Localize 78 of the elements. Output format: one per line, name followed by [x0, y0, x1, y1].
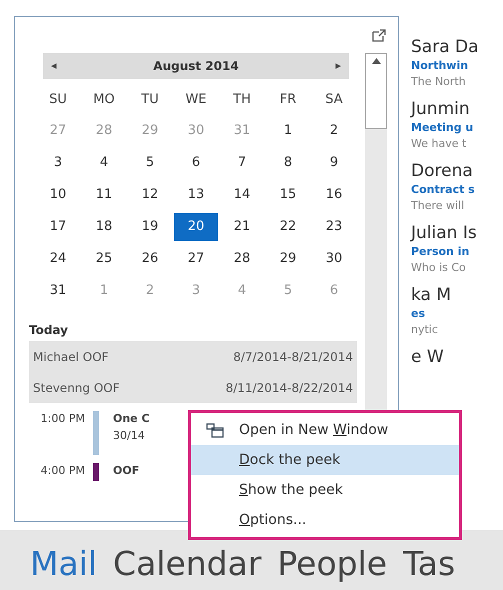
- calendar-day[interactable]: 15: [266, 181, 310, 209]
- calendar-day[interactable]: 18: [82, 213, 126, 241]
- event-time: 1:00 PM: [40, 411, 86, 427]
- calendar-day[interactable]: 20: [174, 213, 218, 241]
- sender-name[interactable]: e W: [411, 346, 503, 368]
- menu-item[interactable]: Dock the peek: [191, 445, 459, 475]
- message-subject: Meeting u: [411, 120, 474, 136]
- event-title[interactable]: Stevenng OOF: [33, 378, 120, 396]
- weekday-label: TH: [233, 91, 251, 110]
- calendar-day[interactable]: 31: [36, 277, 80, 305]
- scroll-up-icon[interactable]: [372, 58, 380, 64]
- calendar-day[interactable]: 26: [128, 245, 172, 273]
- calendar-day[interactable]: 27: [174, 245, 218, 273]
- calendar-day[interactable]: 14: [220, 181, 264, 209]
- sender-name[interactable]: ka M: [411, 284, 503, 306]
- previous-month-button[interactable]: ◂: [51, 58, 57, 74]
- sender-name[interactable]: Julian Is: [411, 222, 503, 244]
- calendar-day[interactable]: 5: [128, 149, 172, 177]
- message-subject: es: [411, 306, 426, 322]
- calendar-day[interactable]: 23: [312, 213, 356, 241]
- month-title: August 2014: [153, 58, 239, 75]
- calendar-day[interactable]: 13: [174, 181, 218, 209]
- popout-icon[interactable]: [372, 29, 386, 42]
- menu-item[interactable]: Open in New Window: [191, 415, 459, 445]
- weekday-label: TU: [141, 91, 159, 110]
- menu-item[interactable]: Options...: [191, 505, 459, 535]
- event-dates: 8/7/2014-8/21/2014: [233, 348, 353, 366]
- nav-tab[interactable]: Mail: [30, 544, 98, 584]
- event-title[interactable]: Michael OOF: [33, 348, 109, 366]
- message-preview: There will: [411, 198, 466, 214]
- message-preview: We have t: [411, 136, 468, 152]
- new-window-icon: [206, 422, 224, 438]
- calendar-day[interactable]: 24: [36, 245, 80, 273]
- calendar-day[interactable]: 8: [266, 149, 310, 177]
- next-month-button[interactable]: ▸: [335, 58, 341, 74]
- message-subject: Contract s: [411, 182, 476, 198]
- calendar-day[interactable]: 10: [36, 181, 80, 209]
- calendar-day[interactable]: 4: [82, 149, 126, 177]
- weekday-label: WE: [185, 91, 207, 110]
- sender-name[interactable]: Sara Da: [411, 36, 503, 58]
- message-subject: Person in: [411, 244, 470, 260]
- calendar-day[interactable]: 19: [128, 213, 172, 241]
- sender-name[interactable]: Junmin: [411, 98, 503, 120]
- calendar-day[interactable]: 12: [128, 181, 172, 209]
- message-subject: Northwin: [411, 58, 470, 74]
- calendar-day[interactable]: 30: [312, 245, 356, 273]
- event-title[interactable]: One C: [113, 411, 150, 428]
- nav-tab[interactable]: Tas: [403, 544, 456, 584]
- calendar-day[interactable]: 3: [36, 149, 80, 177]
- calendar-day[interactable]: 1: [266, 117, 310, 145]
- calendar-day[interactable]: 7: [220, 149, 264, 177]
- nav-tab[interactable]: People: [277, 544, 388, 584]
- calendar-day[interactable]: 11: [82, 181, 126, 209]
- event-dates: 8/11/2014-8/22/2014: [226, 380, 353, 396]
- weekday-label: SA: [325, 91, 343, 110]
- calendar-day[interactable]: 21: [220, 213, 264, 241]
- weekday-label: SU: [49, 91, 67, 110]
- nav-tab[interactable]: Calendar: [113, 544, 262, 584]
- calendar-day[interactable]: 16: [312, 181, 356, 209]
- weekday-label: FR: [280, 91, 296, 110]
- message-preview: Who is Co: [411, 260, 467, 276]
- calendar-day[interactable]: 29: [266, 245, 310, 273]
- calendar-day[interactable]: 25: [82, 245, 126, 273]
- agenda-heading: Today: [29, 322, 69, 339]
- calendar-day[interactable]: 9: [312, 149, 356, 177]
- calendar-day[interactable]: 17: [36, 213, 80, 241]
- calendar-day[interactable]: 22: [266, 213, 310, 241]
- menu-item[interactable]: Show the peek: [191, 475, 459, 505]
- sender-name[interactable]: Dorena: [411, 160, 503, 182]
- calendar-day[interactable]: 6: [174, 149, 218, 177]
- calendar-day[interactable]: 2: [312, 117, 356, 145]
- event-title[interactable]: OOF: [113, 463, 140, 480]
- event-time: 4:00 PM: [40, 463, 86, 479]
- message-preview: The North: [411, 74, 467, 90]
- message-preview: nytic: [411, 322, 439, 338]
- weekday-label: MO: [93, 91, 115, 110]
- event-detail: 30/14: [113, 428, 146, 444]
- calendar-day[interactable]: 28: [220, 245, 264, 273]
